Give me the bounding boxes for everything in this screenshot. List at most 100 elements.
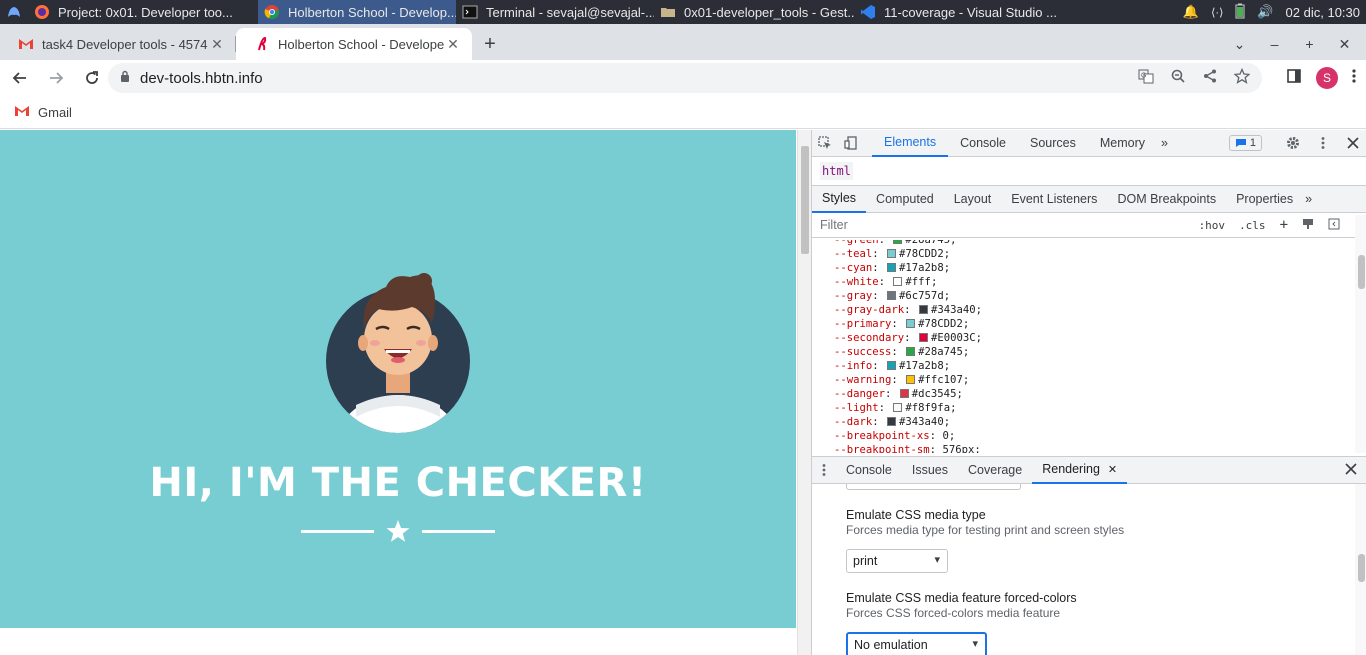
drawer-tab-console[interactable]: Console [836, 457, 902, 484]
color-swatch-icon[interactable] [887, 417, 897, 426]
css-variable-row[interactable]: --danger: #dc3545; [834, 387, 1355, 401]
taskbar-item-files[interactable]: 0x01-developer_tools - Gest... [654, 0, 854, 24]
css-variable-row[interactable]: --light: #f8f9fa; [834, 401, 1355, 415]
translate-icon[interactable]: G [1138, 68, 1154, 89]
color-swatch-icon[interactable] [906, 375, 916, 384]
gear-icon[interactable] [1280, 130, 1306, 156]
css-variable-row[interactable]: --warning: #ffc107; [834, 373, 1355, 387]
tab-console[interactable]: Console [948, 130, 1018, 157]
css-variable-value[interactable]: #28a745 [905, 240, 950, 246]
css-variable-value[interactable]: #17a2b8 [899, 360, 944, 372]
browser-tab[interactable]: task4 Developer tools - 4574@h ✕ [0, 28, 236, 60]
taskbar-item-terminal[interactable]: Terminal - sevajal@sevajal-... [456, 0, 654, 24]
css-variable-value[interactable]: #343a40 [899, 416, 944, 428]
css-variable-value[interactable]: #ffc107 [918, 374, 963, 386]
minimize-button[interactable]: – [1257, 36, 1292, 52]
drawer-tab-coverage[interactable]: Coverage [958, 457, 1032, 484]
close-drawer-icon[interactable] [1345, 462, 1366, 478]
drawer-tab-issues[interactable]: Issues [902, 457, 958, 484]
lock-icon[interactable] [120, 69, 130, 87]
tab-computed[interactable]: Computed [866, 186, 944, 213]
issues-badge[interactable]: 1 [1228, 135, 1262, 151]
css-variable-name[interactable]: --success [834, 346, 891, 358]
network-icon[interactable]: ⟨·⟩ [1211, 6, 1223, 19]
share-icon[interactable] [1202, 68, 1218, 89]
tab-sources[interactable]: Sources [1018, 130, 1088, 157]
css-variable-name[interactable]: --danger [834, 388, 885, 400]
css-variable-value[interactable]: #78CDD2 [918, 318, 963, 330]
css-variable-name[interactable]: --dark [834, 416, 872, 428]
css-variable-value[interactable]: #28a745 [918, 346, 963, 358]
css-variable-name[interactable]: --secondary [834, 332, 904, 344]
url-text[interactable]: dev-tools.hbtn.info [140, 70, 263, 87]
clock[interactable]: 02 dic, 10:30 [1286, 5, 1360, 20]
taskbar-item-chrome[interactable]: Holberton School - Develop... [258, 0, 456, 24]
css-variable-row[interactable]: --breakpoint-sm: 576px; [834, 443, 1355, 453]
device-toolbar-icon[interactable] [838, 130, 864, 156]
color-swatch-icon[interactable] [893, 277, 903, 286]
breadcrumb-html[interactable]: html [820, 162, 853, 180]
color-swatch-icon[interactable] [918, 305, 928, 314]
color-swatch-icon[interactable] [906, 319, 916, 328]
css-variable-value[interactable]: #dc3545 [912, 388, 957, 400]
address-bar[interactable]: dev-tools.hbtn.info G [108, 63, 1262, 93]
css-variable-row[interactable]: --teal: #78CDD2; [834, 247, 1355, 261]
more-subtabs-icon[interactable]: » [1303, 186, 1314, 213]
css-variable-name[interactable]: --white [834, 276, 879, 288]
close-window-button[interactable]: ✕ [1327, 36, 1362, 53]
css-variable-value[interactable]: #343a40 [931, 304, 976, 316]
rendering-scrollbar-thumb[interactable] [1358, 554, 1365, 582]
bookmark-star-icon[interactable] [1233, 67, 1251, 89]
tab-properties[interactable]: Properties [1226, 186, 1303, 213]
css-variable-row[interactable]: --white: #fff; [834, 275, 1355, 289]
css-variable-row[interactable]: --green: #28a745; [834, 240, 1355, 247]
computed-styles-icon[interactable] [1302, 218, 1314, 233]
color-swatch-icon[interactable] [887, 249, 897, 258]
page-scrollbar-thumb[interactable] [801, 146, 809, 254]
css-variable-row[interactable]: --cyan: #17a2b8; [834, 261, 1355, 275]
color-swatch-icon[interactable] [893, 403, 903, 412]
css-variable-name[interactable]: --gray [834, 290, 872, 302]
tab-memory[interactable]: Memory [1088, 130, 1157, 157]
css-variable-value[interactable]: 576px [942, 444, 974, 453]
back-button[interactable] [4, 62, 36, 94]
styles-filter-input[interactable] [820, 218, 1180, 232]
color-swatch-icon[interactable] [893, 240, 903, 244]
color-swatch-icon[interactable] [887, 361, 897, 370]
close-devtools-icon[interactable] [1340, 130, 1366, 156]
styles-scrollbar-thumb[interactable] [1358, 255, 1365, 289]
css-variable-row[interactable]: --dark: #343a40; [834, 415, 1355, 429]
forward-button[interactable] [40, 62, 72, 94]
css-variable-name[interactable]: --light [834, 402, 879, 414]
volume-icon[interactable]: 🔊 [1257, 4, 1273, 20]
inspect-element-icon[interactable] [812, 130, 838, 156]
page-scrollbar[interactable] [797, 130, 811, 655]
css-variable-name[interactable]: --green [834, 240, 879, 246]
tab-layout[interactable]: Layout [944, 186, 1002, 213]
close-tab-icon[interactable]: ✕ [444, 36, 462, 53]
maximize-button[interactable]: + [1292, 36, 1327, 52]
color-swatch-icon[interactable] [887, 263, 897, 272]
css-variable-row[interactable]: --primary: #78CDD2; [834, 317, 1355, 331]
css-variable-name[interactable]: --warning [834, 374, 891, 386]
new-style-rule-icon[interactable]: + [1280, 217, 1288, 233]
css-variable-row[interactable]: --gray: #6c757d; [834, 289, 1355, 303]
css-variable-value[interactable]: #E0003C [931, 332, 976, 344]
toggle-sidebar-icon[interactable] [1328, 218, 1340, 233]
css-variable-value[interactable]: #fff [905, 276, 931, 288]
css-variable-name[interactable]: --info [834, 360, 872, 372]
css-variable-name[interactable]: --cyan [834, 262, 872, 274]
css-variable-name[interactable]: --gray-dark [834, 304, 904, 316]
tab-search-icon[interactable]: ⌄ [1222, 36, 1257, 53]
color-swatch-icon[interactable] [887, 291, 897, 300]
close-rendering-tab-icon[interactable]: ✕ [1108, 463, 1117, 476]
tab-event-listeners[interactable]: Event Listeners [1001, 186, 1107, 213]
css-variable-row[interactable]: --gray-dark: #343a40; [834, 303, 1355, 317]
reload-button[interactable] [76, 62, 108, 94]
css-variable-value[interactable]: #17a2b8 [899, 262, 944, 274]
new-tab-button[interactable]: + [472, 28, 508, 60]
bookmark-gmail[interactable]: Gmail [14, 105, 72, 120]
forced-colors-select[interactable]: No emulation [846, 632, 987, 655]
drawer-tab-rendering[interactable]: Rendering ✕ [1032, 457, 1128, 484]
cls-toggle[interactable]: .cls [1239, 219, 1266, 232]
